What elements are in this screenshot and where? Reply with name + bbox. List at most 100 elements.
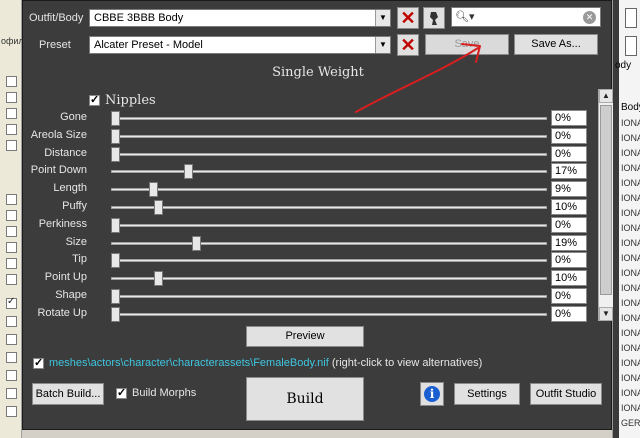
slider-track[interactable] bbox=[111, 277, 547, 281]
slider-track[interactable] bbox=[111, 170, 547, 174]
background-checkbox[interactable] bbox=[6, 194, 17, 205]
slider-value-field[interactable]: 0% bbox=[551, 252, 587, 269]
background-right-panel: ody BodyS IONA, IONA, IONA, IONA, IONA, IONA,… bbox=[612, 0, 640, 438]
background-field[interactable] bbox=[625, 8, 637, 28]
slider-thumb[interactable] bbox=[183, 164, 193, 180]
slider-value-field[interactable]: 0% bbox=[551, 127, 587, 144]
scroll-down-icon[interactable]: ▼ bbox=[599, 307, 613, 321]
info-button[interactable]: i bbox=[420, 382, 444, 406]
save-button[interactable]: Save bbox=[425, 34, 509, 55]
background-checkbox[interactable] bbox=[6, 108, 17, 119]
slider-track[interactable] bbox=[111, 295, 547, 298]
slider-label: Size bbox=[65, 235, 87, 248]
slider-track[interactable] bbox=[111, 134, 547, 138]
background-checkbox[interactable] bbox=[6, 226, 17, 237]
slider-track[interactable] bbox=[111, 152, 547, 156]
slider-value-field[interactable]: 10% bbox=[551, 270, 587, 287]
slider-track[interactable] bbox=[111, 206, 547, 209]
mesh-path-line: meshes\actors\character\characterassets\… bbox=[49, 357, 482, 369]
slider-thumb[interactable] bbox=[111, 128, 120, 144]
background-list-item: IONA, bbox=[621, 328, 640, 338]
outfit-studio-button[interactable]: Outfit Studio bbox=[530, 383, 602, 405]
slider-value-field[interactable]: 0% bbox=[551, 110, 587, 126]
slider-thumb[interactable] bbox=[111, 253, 120, 269]
background-checkbox[interactable] bbox=[6, 370, 17, 381]
slider-track[interactable] bbox=[111, 241, 547, 245]
background-checkbox[interactable] bbox=[6, 140, 17, 151]
chevron-down-icon[interactable]: ▼ bbox=[375, 37, 390, 53]
slider-value-field[interactable]: 0% bbox=[551, 145, 587, 162]
scrollbar-thumb[interactable] bbox=[600, 105, 612, 295]
slider-thumb[interactable] bbox=[111, 146, 120, 162]
settings-button[interactable]: Settings bbox=[454, 383, 520, 405]
background-checkbox[interactable] bbox=[6, 352, 17, 363]
slider-value-field[interactable]: 17% bbox=[551, 163, 587, 180]
close-icon: ✕ bbox=[400, 35, 416, 55]
clear-search-icon[interactable]: ✕ bbox=[583, 11, 596, 24]
slider-thumb[interactable] bbox=[111, 217, 120, 233]
search-box[interactable]: 🔍︎▾ ✕ bbox=[451, 7, 601, 27]
build-morphs-checkbox[interactable] bbox=[116, 386, 127, 399]
background-checkbox[interactable] bbox=[6, 242, 17, 253]
background-checkbox[interactable] bbox=[6, 296, 17, 309]
mesh-path-checkbox[interactable] bbox=[33, 356, 44, 369]
slider-label: Perkiness bbox=[38, 217, 87, 230]
batch-build-button[interactable]: Batch Build... bbox=[32, 383, 104, 405]
slider-track[interactable] bbox=[111, 188, 547, 192]
slider-label: Length bbox=[53, 182, 87, 195]
outfit-body-value: CBBE 3BBB Body bbox=[94, 12, 184, 24]
slider-track[interactable] bbox=[111, 312, 547, 316]
preset-label: Preset bbox=[39, 39, 71, 51]
preset-select[interactable]: Alcater Preset - Model ▼ bbox=[89, 36, 391, 54]
background-checkbox[interactable] bbox=[6, 92, 17, 103]
slider-row: Shape 0% bbox=[23, 287, 613, 305]
slider-scrollbar[interactable]: ▲ ▼ bbox=[598, 89, 613, 321]
background-header: ody bbox=[615, 60, 632, 71]
slider-thumb[interactable] bbox=[153, 271, 163, 287]
slider-row: Gone 0% bbox=[23, 109, 613, 127]
background-checkbox[interactable] bbox=[6, 76, 17, 87]
outfit-studio-icon-button[interactable] bbox=[423, 7, 445, 29]
background-checkbox[interactable] bbox=[6, 316, 17, 327]
background-checkbox[interactable] bbox=[6, 388, 17, 399]
slider-label: Gone bbox=[60, 111, 87, 123]
background-checkbox[interactable] bbox=[6, 210, 17, 221]
background-checkbox[interactable] bbox=[6, 258, 17, 269]
background-checkbox[interactable] bbox=[6, 124, 17, 135]
slider-label: Puffy bbox=[62, 200, 87, 212]
slider-value-field[interactable]: 10% bbox=[551, 199, 587, 215]
nipples-group-checkbox[interactable] bbox=[89, 93, 100, 106]
slider-value-field[interactable]: 0% bbox=[551, 305, 587, 322]
slider-row: Rotate Up 0% bbox=[23, 305, 613, 323]
background-checkbox[interactable] bbox=[6, 334, 17, 345]
slider-row: Size 19% bbox=[23, 234, 613, 252]
slider-thumb[interactable] bbox=[111, 289, 120, 304]
delete-preset-button[interactable]: ✕ bbox=[397, 34, 419, 56]
mesh-path-link[interactable]: meshes\actors\character\characterassets\… bbox=[49, 357, 329, 369]
slider-value-field[interactable]: 0% bbox=[551, 216, 587, 233]
background-field[interactable] bbox=[625, 36, 637, 56]
outfit-body-select[interactable]: CBBE 3BBB Body ▼ bbox=[89, 9, 391, 27]
chevron-down-icon[interactable]: ▼ bbox=[375, 10, 390, 26]
background-checkbox[interactable] bbox=[6, 274, 17, 285]
slider-value-field[interactable]: 9% bbox=[551, 181, 587, 198]
build-button[interactable]: Build bbox=[246, 377, 364, 421]
slider-track[interactable] bbox=[111, 223, 547, 227]
save-as-button[interactable]: Save As... bbox=[514, 34, 598, 55]
slider-value-field[interactable]: 0% bbox=[551, 288, 587, 304]
delete-outfit-button[interactable]: ✕ bbox=[397, 7, 419, 29]
slider-thumb[interactable] bbox=[111, 306, 120, 322]
background-checkbox[interactable] bbox=[6, 406, 17, 417]
close-icon: ✕ bbox=[400, 8, 416, 28]
slider-track[interactable] bbox=[111, 259, 547, 263]
background-list-item: IONA, bbox=[621, 133, 640, 143]
slider-thumb[interactable] bbox=[149, 182, 159, 198]
preview-button[interactable]: Preview bbox=[246, 326, 364, 347]
slider-track[interactable] bbox=[111, 117, 547, 120]
background-list-item: IONA, bbox=[621, 388, 640, 398]
slider-thumb[interactable] bbox=[192, 235, 202, 251]
slider-thumb[interactable] bbox=[111, 111, 120, 126]
slider-thumb[interactable] bbox=[153, 200, 163, 215]
scroll-up-icon[interactable]: ▲ bbox=[599, 89, 613, 103]
slider-value-field[interactable]: 19% bbox=[551, 234, 587, 251]
